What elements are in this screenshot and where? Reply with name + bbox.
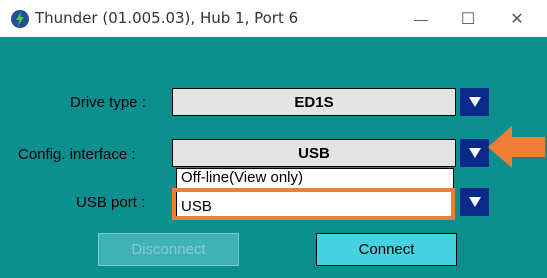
dropdown-option-offline[interactable]: Off-line(View only) <box>181 169 303 186</box>
connect-button[interactable]: Connect <box>316 233 457 266</box>
minimize-button[interactable]: — <box>398 0 444 37</box>
config-interface-dropdown-button[interactable] <box>460 139 489 167</box>
drive-type-label: Drive type : <box>70 94 146 111</box>
usb-port-dropdown-button[interactable] <box>460 188 489 216</box>
title-bar: Thunder (01.005.03), Hub 1, Port 6 — ☐ ✕ <box>0 0 547 37</box>
highlight-box <box>172 188 455 220</box>
dropdown-arrow-icon <box>468 197 481 207</box>
config-interface-select[interactable]: USB <box>172 139 456 167</box>
maximize-icon: ☐ <box>460 10 476 28</box>
callout-arrow-icon <box>488 126 545 168</box>
thunder-app-icon <box>11 10 29 28</box>
usb-port-label: USB port : <box>76 194 146 211</box>
close-icon: ✕ <box>510 10 524 28</box>
dropdown-arrow-icon <box>468 97 481 107</box>
disconnect-button[interactable]: Disconnect <box>98 233 239 266</box>
window-title: Thunder (01.005.03), Hub 1, Port 6 <box>35 9 299 27</box>
dropdown-arrow-icon <box>468 148 481 158</box>
close-button[interactable]: ✕ <box>494 0 540 37</box>
config-interface-label: Config. interface : <box>18 146 136 163</box>
maximize-button[interactable]: ☐ <box>445 0 491 37</box>
drive-type-dropdown-button[interactable] <box>460 88 489 116</box>
drive-type-select[interactable]: ED1S <box>172 88 456 116</box>
minimize-icon: — <box>414 10 428 27</box>
